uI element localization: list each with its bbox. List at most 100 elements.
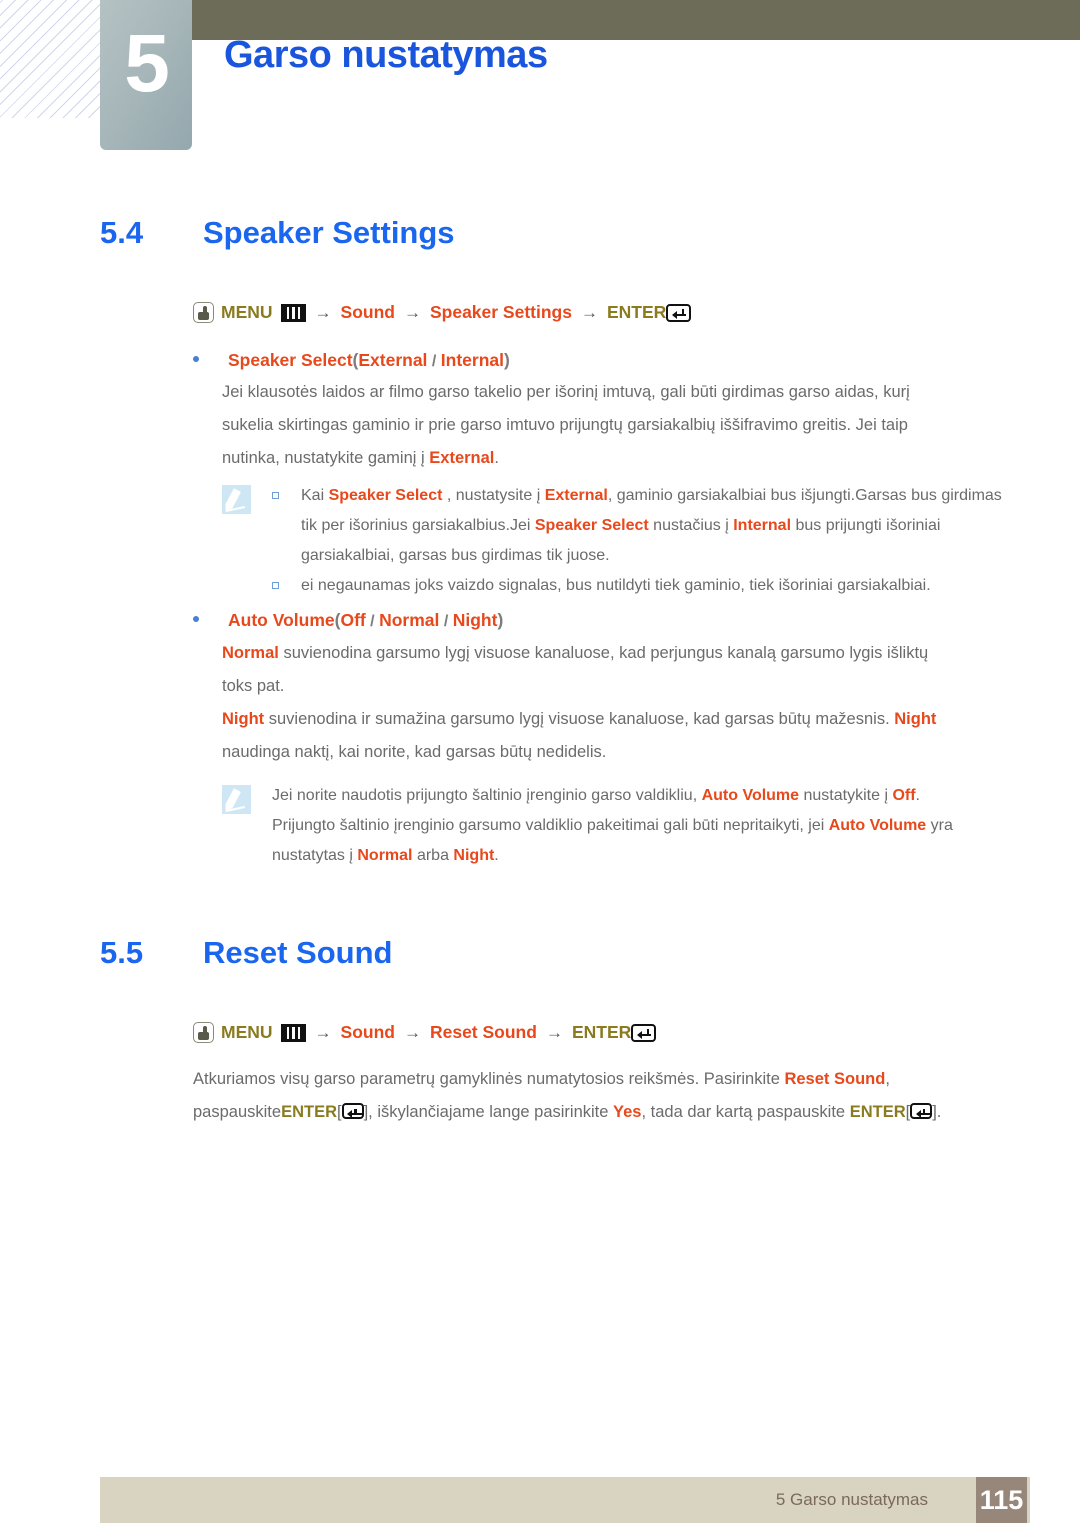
- menu-path-item-sound: Sound: [340, 1022, 395, 1042]
- paragraph-text: suvienodina ir sumažina garsumo lygį vis…: [264, 710, 895, 728]
- bullet-title: Auto Volume: [228, 610, 335, 630]
- menu-path-item-speaker-settings: Speaker Settings: [429, 302, 572, 322]
- chapter-number: 5: [124, 18, 170, 109]
- paragraph-text: ,: [885, 1070, 890, 1088]
- section-heading-5-5: 5.5 Reset Sound: [100, 935, 392, 971]
- paragraph-line: Normal suvienodina garsumo lygį visuose …: [222, 637, 1012, 670]
- paragraph-line: nutinka, nustatykite gaminį į External.: [222, 442, 1012, 475]
- path-arrow: →: [403, 302, 421, 322]
- paragraph-text: paspauskite: [193, 1103, 282, 1121]
- note-text-run: nustatykite į: [799, 787, 893, 804]
- option-separator: /: [365, 613, 380, 630]
- note-content: Kai Speaker Select , nustatysite į Exter…: [272, 481, 1002, 601]
- paragraph-text: suvienodina garsumo lygį visuose kanaluo…: [278, 644, 929, 662]
- path-arrow: →: [403, 1022, 421, 1042]
- note-pencil-icon: [222, 785, 251, 814]
- highlight-external: External: [429, 449, 495, 467]
- speaker-select-paragraph: Jei klausotės laidos ar filmo garso take…: [222, 376, 1012, 475]
- paren-close: ): [503, 350, 510, 370]
- enter-key-icon: [341, 1103, 364, 1119]
- note-content: Jei norite naudotis prijungto šaltinio į…: [272, 781, 987, 871]
- paragraph-text: [: [336, 1103, 342, 1121]
- bullet-dot: [193, 616, 199, 622]
- paragraph-line: Jei klausotės laidos ar filmo garso take…: [222, 383, 910, 401]
- highlight-reset-sound: Reset Sound: [784, 1070, 886, 1088]
- note-item: ei negaunamas joks vaizdo signalas, bus …: [272, 571, 1002, 601]
- note-text-run: nustačius į: [648, 517, 734, 534]
- section-title: Reset Sound: [203, 935, 393, 970]
- paragraph-text: nutinka, nustatykite gaminį į: [222, 449, 430, 467]
- bullet-dot: [193, 356, 199, 362]
- note-item-text: ei negaunamas joks vaizdo signalas, bus …: [301, 577, 931, 594]
- enter-key-icon: [666, 303, 692, 322]
- paragraph-text: .: [494, 449, 499, 467]
- section-number: 5.4: [100, 215, 144, 250]
- note-box-auto-volume: Jei norite naudotis prijungto šaltinio į…: [222, 781, 987, 871]
- hand-press-icon: [193, 1022, 214, 1043]
- chapter-title: Garso nustatymas: [224, 34, 548, 76]
- note-text-run: Kai: [301, 487, 329, 504]
- note-pencil-icon: [222, 485, 251, 514]
- highlight-external: External: [544, 487, 608, 504]
- sub-bullet-square: [272, 582, 279, 589]
- highlight-night: Night: [453, 847, 495, 864]
- paragraph-line: toks pat.: [222, 677, 285, 695]
- menu-label: MENU: [221, 302, 273, 322]
- enter-label: ENTER: [281, 1103, 337, 1121]
- path-arrow: →: [580, 302, 598, 322]
- note-item-text: Kai Speaker Select , nustatysite į Exter…: [301, 481, 1002, 571]
- option-night: Night: [452, 610, 498, 630]
- option-separator: /: [439, 613, 453, 630]
- section-heading-5-4: 5.4 Speaker Settings: [100, 215, 455, 251]
- bullet-speaker-select: Speaker Select(External / Internal): [193, 350, 510, 371]
- enter-label: ENTER: [606, 302, 667, 322]
- paragraph-text: Atkuriamos visų garso parametrų gamyklin…: [193, 1070, 785, 1088]
- enter-label: ENTER: [571, 1022, 632, 1042]
- option-internal: Internal: [440, 350, 504, 370]
- note-item: Kai Speaker Select , nustatysite į Exter…: [272, 481, 1002, 571]
- option-off: Off: [340, 610, 366, 630]
- paragraph-line: sukelia skirtingas gaminio ir prie garso…: [222, 416, 908, 434]
- paragraph-line: paspauskiteENTER[], iškylančiajame lange…: [193, 1096, 1023, 1129]
- auto-volume-paragraph-night: Night suvienodina ir sumažina garsumo ly…: [222, 703, 1022, 769]
- menu-path-item-reset-sound: Reset Sound: [429, 1022, 537, 1042]
- highlight-night: Night: [894, 710, 937, 728]
- enter-key-icon: [910, 1103, 933, 1119]
- section-number: 5.5: [100, 935, 144, 970]
- option-external: External: [358, 350, 428, 370]
- path-arrow: →: [545, 1022, 563, 1042]
- paragraph-text: ], iškylančiajame lange pasirinkite: [363, 1103, 614, 1121]
- paragraph-line: Atkuriamos visų garso parametrų gamyklin…: [193, 1063, 1023, 1096]
- option-separator: /: [427, 353, 441, 370]
- auto-volume-paragraph-normal: Normal suvienodina garsumo lygį visuose …: [222, 637, 1012, 703]
- highlight-speaker-select: Speaker Select: [534, 517, 649, 534]
- paragraph-text: ].: [932, 1103, 942, 1121]
- option-normal: Normal: [379, 610, 440, 630]
- menu-path-item-sound: Sound: [340, 302, 395, 322]
- note-text-run: arba: [412, 847, 454, 864]
- bullet-title: Speaker Select: [228, 350, 353, 370]
- highlight-speaker-select: Speaker Select: [328, 487, 443, 504]
- note-box-speaker-select: Kai Speaker Select , nustatysite į Exter…: [222, 481, 1002, 601]
- section-title: Speaker Settings: [203, 215, 455, 250]
- highlight-night: Night: [222, 710, 265, 728]
- paragraph-line: Night suvienodina ir sumažina garsumo ly…: [222, 703, 1022, 736]
- paragraph-line: naudinga naktį, kai norite, kad garsas b…: [222, 743, 607, 761]
- menu-bars-icon: [280, 1023, 306, 1042]
- enter-label: ENTER: [849, 1103, 906, 1121]
- enter-key-icon: [631, 1023, 657, 1042]
- menu-path-speaker-settings: MENU → Sound → Speaker Settings → ENTER: [193, 302, 692, 323]
- highlight-internal: Internal: [733, 517, 792, 534]
- footer-chapter-label: 5 Garso nustatymas: [775, 1490, 928, 1509]
- note-text-run: , nustatysite į: [442, 487, 545, 504]
- menu-label: MENU: [221, 1022, 273, 1042]
- highlight-normal: Normal: [222, 644, 279, 662]
- menu-bars-icon: [280, 303, 306, 322]
- highlight-normal: Normal: [357, 847, 413, 864]
- paragraph-text: , tada dar kartą paspauskite: [641, 1103, 850, 1121]
- path-arrow: →: [314, 1022, 332, 1042]
- bullet-auto-volume: Auto Volume(Off / Normal / Night): [193, 610, 503, 631]
- path-arrow: →: [314, 302, 332, 322]
- menu-path-reset-sound: MENU → Sound → Reset Sound → ENTER: [193, 1022, 657, 1043]
- note-text-run: .: [494, 847, 499, 864]
